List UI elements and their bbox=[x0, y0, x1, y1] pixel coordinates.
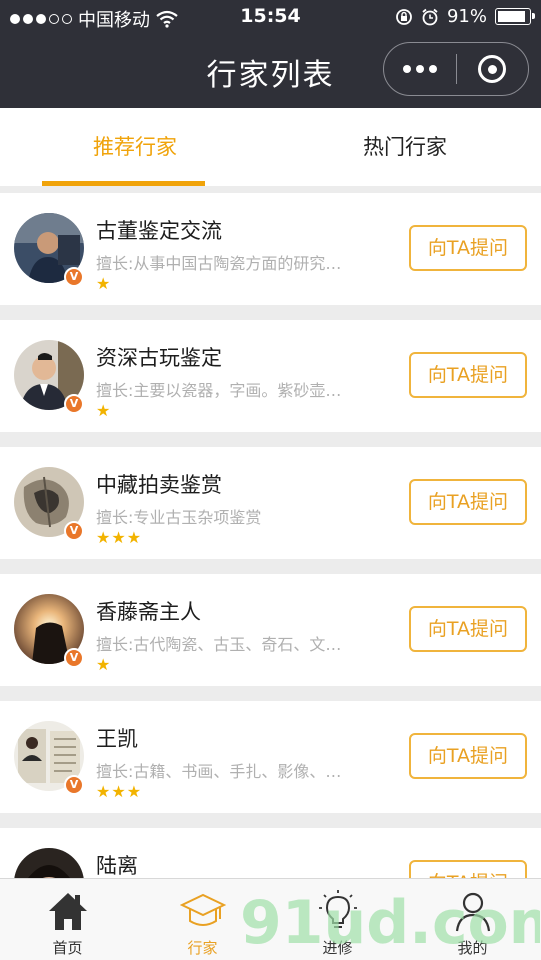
bottom-tab-bar: 首页 行家 进修 我的 bbox=[0, 878, 541, 960]
rating-stars: ★ bbox=[96, 401, 112, 420]
graduation-cap-icon bbox=[180, 893, 226, 926]
expert-name: 古董鉴定交流 bbox=[96, 219, 222, 243]
battery-icon bbox=[495, 8, 535, 25]
rating-stars: ★★★ bbox=[96, 528, 143, 547]
rating-stars: ★ bbox=[96, 274, 112, 293]
tabbar-label: 我的 bbox=[457, 939, 488, 957]
ask-expert-button[interactable]: 向TA提问 bbox=[409, 860, 527, 878]
rating-stars: ★ bbox=[96, 655, 112, 674]
expert-tabs: 推荐行家 热门行家 bbox=[0, 108, 541, 186]
expert-specialty: 擅长:古籍、书画、手扎、影像、… bbox=[96, 762, 342, 781]
user-icon bbox=[455, 892, 491, 932]
status-bar: 中国移动 15:54 91% bbox=[0, 0, 541, 36]
expert-card[interactable]: V 香藤斋主人 擅长:古代陶瓷、古玉、奇石、文… ★ 向TA提问 bbox=[0, 574, 541, 686]
rotation-lock-icon bbox=[396, 8, 412, 25]
battery-percent: 91% bbox=[446, 6, 487, 27]
expert-card[interactable]: V 王凯 擅长:古籍、书画、手扎、影像、… ★★★ 向TA提问 bbox=[0, 701, 541, 813]
mini-program-capsule bbox=[383, 42, 529, 96]
home-icon bbox=[49, 893, 87, 930]
expert-name: 陆离 bbox=[96, 854, 138, 878]
expert-card[interactable]: V 资深古玩鉴定 擅长:主要以瓷器，字画。紫砂壶… ★ 向TA提问 bbox=[0, 320, 541, 432]
verified-badge: V bbox=[64, 394, 84, 414]
ask-expert-button[interactable]: 向TA提问 bbox=[409, 606, 527, 652]
ask-expert-button[interactable]: 向TA提问 bbox=[409, 225, 527, 271]
tabbar-item-experts[interactable]: 行家 bbox=[135, 879, 270, 960]
tabbar-label: 进修 bbox=[322, 939, 353, 957]
verified-badge: V bbox=[64, 521, 84, 541]
tab-label: 热门行家 bbox=[363, 135, 447, 159]
alarm-icon bbox=[422, 8, 438, 25]
avatar bbox=[14, 848, 84, 878]
expert-specialty: 擅长:从事中国古陶瓷方面的研究… bbox=[96, 254, 342, 273]
verified-badge: V bbox=[64, 775, 84, 795]
ask-expert-button[interactable]: 向TA提问 bbox=[409, 479, 527, 525]
tabbar-item-mine[interactable]: 我的 bbox=[405, 879, 540, 960]
expert-name: 王凯 bbox=[96, 727, 138, 751]
expert-specialty: 擅长:古代陶瓷、古玉、奇石、文… bbox=[96, 635, 342, 654]
lightbulb-icon bbox=[319, 890, 357, 928]
expert-card[interactable]: V 中藏拍卖鉴赏 擅长:专业古玉杂项鉴赏 ★★★ 向TA提问 bbox=[0, 447, 541, 559]
expert-specialty: 擅长:主要以瓷器，字画。紫砂壶… bbox=[96, 381, 342, 400]
capsule-close-icon[interactable] bbox=[457, 55, 529, 83]
navigation-bar: 行家列表 bbox=[0, 36, 541, 108]
expert-specialty: 擅长:专业古玉杂项鉴赏 bbox=[96, 508, 262, 527]
tabbar-item-study[interactable]: 进修 bbox=[270, 879, 405, 960]
more-dots-icon[interactable] bbox=[384, 65, 456, 73]
ask-expert-button[interactable]: 向TA提问 bbox=[409, 352, 527, 398]
tabbar-item-home[interactable]: 首页 bbox=[0, 879, 135, 960]
tabbar-label: 行家 bbox=[187, 939, 218, 957]
expert-card[interactable]: V 古董鉴定交流 擅长:从事中国古陶瓷方面的研究… ★ 向TA提问 bbox=[0, 193, 541, 305]
ask-expert-button[interactable]: 向TA提问 bbox=[409, 733, 527, 779]
tab-label: 推荐行家 bbox=[93, 135, 177, 159]
active-tab-indicator bbox=[42, 181, 205, 186]
expert-name: 中藏拍卖鉴赏 bbox=[96, 473, 222, 497]
expert-name: 资深古玩鉴定 bbox=[96, 346, 222, 370]
tab-recommended[interactable]: 推荐行家 bbox=[0, 108, 270, 186]
expert-card[interactable]: 陆离 向TA提问 bbox=[0, 828, 541, 878]
verified-badge: V bbox=[64, 648, 84, 668]
verified-badge: V bbox=[64, 267, 84, 287]
tab-popular[interactable]: 热门行家 bbox=[270, 108, 540, 186]
expert-list: V 古董鉴定交流 擅长:从事中国古陶瓷方面的研究… ★ 向TA提问 V 资深古玩… bbox=[0, 193, 541, 878]
expert-name: 香藤斋主人 bbox=[96, 600, 201, 624]
tabbar-label: 首页 bbox=[52, 939, 83, 957]
rating-stars: ★★★ bbox=[96, 782, 143, 801]
